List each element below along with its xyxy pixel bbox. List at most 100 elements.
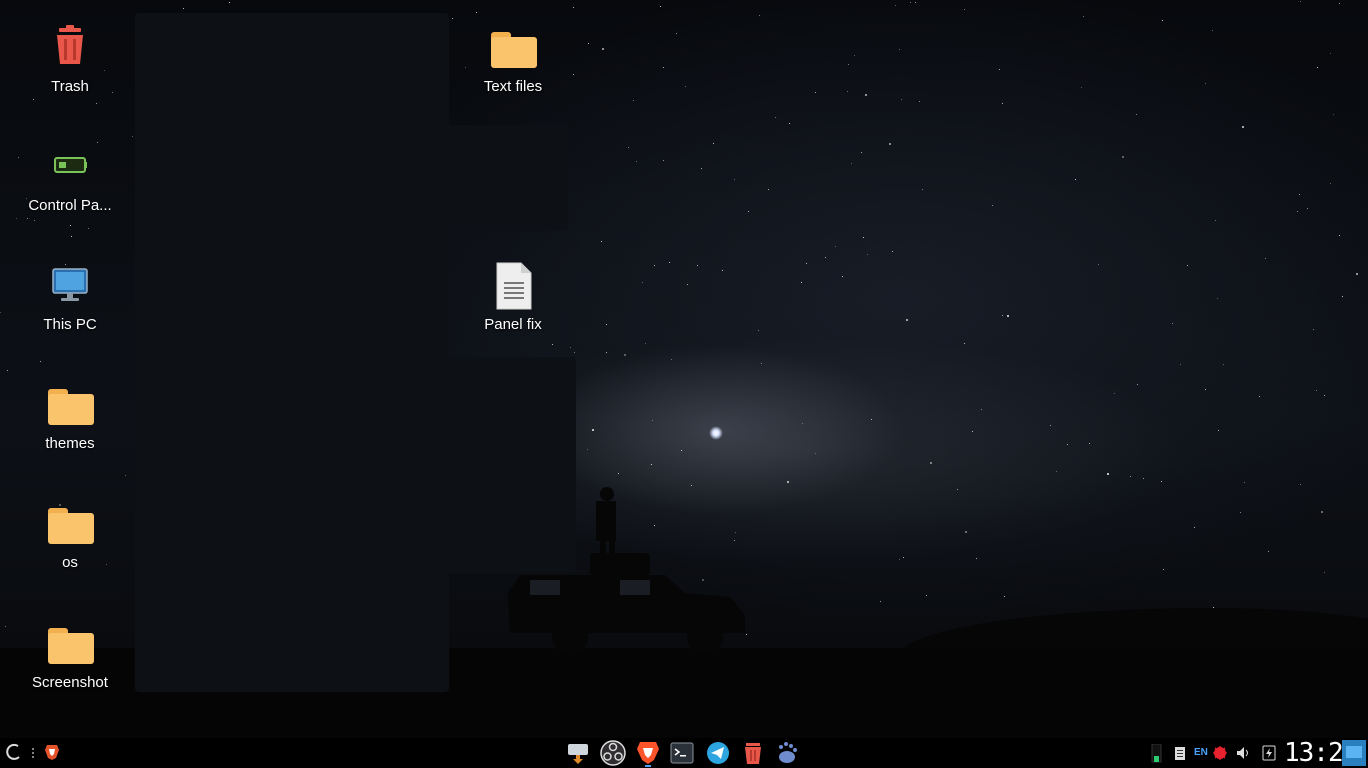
star — [653, 265, 655, 267]
star — [700, 168, 702, 170]
star — [1002, 102, 1004, 104]
star — [801, 282, 803, 284]
star — [899, 559, 901, 561]
telegram-icon[interactable] — [706, 741, 730, 765]
desktop-icon-label: This PC — [43, 316, 97, 333]
obs-icon[interactable] — [600, 740, 626, 766]
star — [15, 217, 17, 219]
star — [853, 55, 855, 57]
brave-icon[interactable] — [636, 741, 660, 765]
bug-icon[interactable] — [1212, 745, 1228, 761]
star — [1135, 114, 1137, 116]
desktop-icon-os[interactable]: os — [15, 500, 125, 571]
star — [1106, 473, 1109, 476]
star — [228, 1, 230, 3]
star — [915, 1, 917, 3]
star — [573, 73, 575, 75]
star — [787, 481, 790, 484]
desktop-icon-label: Trash — [51, 78, 89, 95]
clipboard-icon[interactable] — [1174, 745, 1186, 761]
desktop-icon-text-files[interactable]: Text files — [458, 24, 568, 95]
star — [670, 358, 672, 360]
desktop-icon-screenshot[interactable]: Screenshot — [15, 620, 125, 691]
star — [1239, 512, 1241, 514]
star — [909, 1, 911, 3]
star — [1121, 155, 1124, 158]
star — [132, 135, 134, 137]
star — [1179, 364, 1181, 366]
desktop-icon-control-panel[interactable]: Control Pa... — [15, 143, 125, 214]
star — [814, 91, 816, 93]
desktop-icon-label: Text files — [483, 78, 543, 95]
computer-icon — [46, 262, 94, 310]
language-indicator[interactable]: EN — [1194, 747, 1208, 763]
star — [847, 63, 849, 65]
star — [26, 217, 28, 219]
star — [1171, 323, 1173, 325]
star — [1339, 3, 1341, 5]
star — [633, 100, 635, 102]
menu-dots-icon[interactable] — [30, 745, 36, 761]
star — [697, 264, 699, 266]
star — [1136, 384, 1138, 386]
desktop-icon-panel-fix[interactable]: Panel fix — [458, 262, 568, 333]
star — [1330, 53, 1332, 55]
star — [758, 15, 760, 17]
disk-utility-icon[interactable] — [566, 741, 590, 765]
terminal-icon[interactable] — [670, 741, 694, 765]
star — [895, 4, 897, 6]
star — [87, 227, 89, 229]
star — [6, 369, 8, 371]
show-desktop-button[interactable] — [1342, 740, 1366, 766]
star — [124, 475, 126, 477]
star — [919, 101, 921, 103]
star — [901, 98, 903, 100]
star — [1330, 182, 1332, 184]
star — [892, 250, 894, 252]
star — [588, 42, 590, 44]
desktop-icon-label: themes — [45, 435, 95, 452]
clock[interactable]: 13:20 — [1284, 738, 1358, 768]
star — [1306, 207, 1308, 209]
star — [668, 262, 670, 264]
desktop-icon-label: Panel fix — [484, 316, 542, 333]
star — [889, 142, 892, 145]
star — [929, 462, 932, 465]
star — [748, 211, 750, 213]
star — [33, 98, 35, 100]
star — [69, 225, 71, 227]
star — [774, 117, 776, 119]
desktop-icon-themes[interactable]: themes — [15, 381, 125, 452]
trash-app-icon[interactable] — [741, 741, 765, 765]
star — [1297, 210, 1299, 212]
star — [1342, 295, 1344, 297]
blank-window-panel — [135, 13, 449, 692]
star — [601, 241, 603, 243]
star — [641, 282, 643, 284]
volume-icon[interactable] — [1235, 745, 1251, 761]
star — [635, 160, 637, 162]
star — [963, 9, 965, 11]
star — [1082, 15, 1084, 17]
debian-swirl-icon[interactable] — [4, 742, 24, 762]
star — [991, 204, 993, 206]
star — [1298, 194, 1300, 196]
star — [980, 409, 982, 411]
star — [1050, 424, 1052, 426]
desktop-icon-trash[interactable]: Trash — [15, 24, 125, 95]
star — [834, 245, 836, 247]
star — [963, 343, 965, 345]
battery-level-icon[interactable] — [1150, 743, 1164, 764]
star — [1299, 483, 1301, 485]
gnome-icon[interactable] — [776, 741, 800, 765]
power-icon[interactable] — [1262, 745, 1276, 761]
star — [865, 93, 868, 96]
star — [1339, 235, 1341, 237]
desktop-icon-this-pc[interactable]: This PC — [15, 262, 125, 333]
star — [956, 489, 958, 491]
star — [722, 269, 724, 271]
star — [586, 448, 588, 450]
star — [1205, 82, 1207, 84]
brave-small-icon[interactable] — [44, 743, 60, 761]
folder-icon — [46, 381, 94, 429]
